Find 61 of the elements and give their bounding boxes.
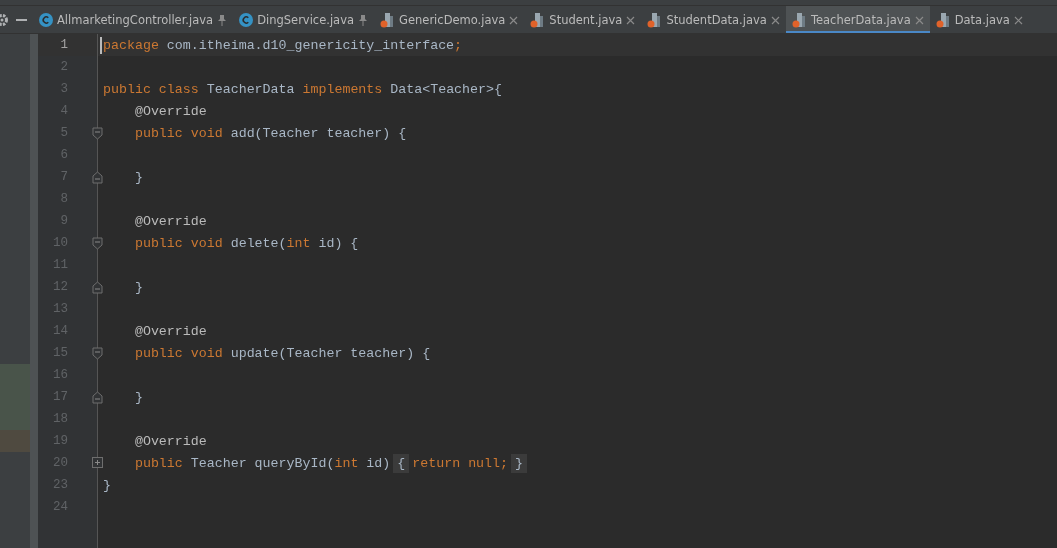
- code-token: public void: [133, 125, 224, 141]
- text-cursor: [100, 36, 102, 54]
- code-token: }: [133, 279, 143, 295]
- java-file-icon: [935, 12, 951, 28]
- pin-icon[interactable]: [358, 14, 369, 26]
- java-file-icon: [380, 12, 396, 28]
- code-token: delete(: [230, 235, 287, 251]
- java-file-icon: [647, 12, 663, 28]
- close-icon[interactable]: [1013, 15, 1023, 25]
- code-token: {: [393, 453, 410, 473]
- code-token: implements: [302, 81, 384, 97]
- code-token: }: [133, 389, 143, 405]
- code-token: @Override: [133, 323, 207, 339]
- code-token: @Override: [133, 433, 207, 449]
- close-icon[interactable]: [509, 15, 519, 25]
- code-token: TeacherData: [206, 81, 296, 97]
- code-token: id): [366, 455, 391, 471]
- line-number: 1: [59, 38, 68, 52]
- code-token: Teacher queryById(: [190, 455, 335, 471]
- code-token: @Override: [133, 103, 207, 119]
- code-token: }: [511, 453, 528, 473]
- code-token: public void: [133, 345, 224, 361]
- code-token: return null;: [412, 455, 509, 471]
- file-tab[interactable]: Student.java: [524, 6, 642, 33]
- code-token: update(Teacher teacher) {: [230, 345, 431, 361]
- fold-icon[interactable]: [92, 281, 103, 294]
- class-icon: [239, 13, 254, 27]
- class-icon: [39, 13, 53, 27]
- fold-icon[interactable]: [92, 237, 103, 250]
- file-tab[interactable]: Data.java: [929, 6, 1029, 33]
- fold-icon[interactable]: [92, 171, 103, 184]
- close-icon[interactable]: [770, 15, 780, 25]
- file-tab[interactable]: TeacherData.java: [785, 6, 930, 33]
- code-token: public class: [103, 81, 200, 97]
- file-tab[interactable]: StudentData.java: [641, 6, 786, 33]
- fold-icon[interactable]: [92, 391, 103, 404]
- code-token: add(Teacher teacher) {: [230, 125, 407, 141]
- close-icon[interactable]: [626, 15, 636, 25]
- file-tab[interactable]: DingService.java: [233, 6, 375, 33]
- code-token: package: [103, 37, 159, 53]
- minimize-icon[interactable]: [16, 18, 27, 21]
- java-file-icon: [530, 12, 546, 28]
- code-token: ;: [454, 37, 463, 53]
- close-icon[interactable]: [914, 15, 924, 25]
- expand-icon[interactable]: [92, 457, 103, 468]
- code-token: id) {: [318, 235, 359, 251]
- file-tab[interactable]: AllmarketingController.java: [33, 6, 234, 33]
- pin-icon[interactable]: [217, 14, 228, 26]
- code-token: }: [103, 477, 111, 493]
- code-token: Data<Teacher>{: [390, 81, 502, 97]
- fold-icon[interactable]: [92, 347, 103, 360]
- code-token: @Override: [133, 213, 207, 229]
- fold-icon[interactable]: [92, 127, 103, 140]
- java-file-icon: [791, 12, 807, 28]
- file-tab[interactable]: GenericDemo.java: [374, 6, 525, 33]
- code-token: com.itheima.d10_genericity_interface: [165, 37, 455, 53]
- code-token: }: [133, 169, 143, 185]
- code-token: public: [133, 455, 184, 471]
- code-token: int: [286, 235, 312, 251]
- code-token: int: [334, 455, 360, 471]
- code-token: public void: [133, 235, 224, 251]
